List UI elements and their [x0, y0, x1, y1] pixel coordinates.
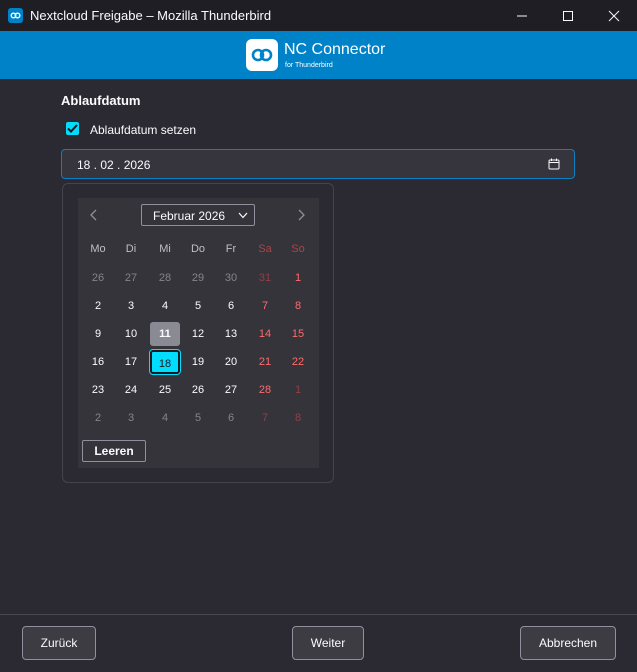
expiration-date-input[interactable]: 18 . 02 . 2026 [61, 149, 575, 179]
clear-date-button[interactable]: Leeren [82, 440, 146, 462]
calendar-day[interactable]: 4 [150, 406, 180, 430]
calendar-day[interactable]: 1 [283, 378, 313, 402]
maximize-icon [563, 11, 573, 21]
date-value: 18 . 02 . 2026 [77, 158, 151, 172]
brand-banner: NC Connector for Thunderbird [0, 31, 637, 79]
weekday-label: Do [190, 243, 206, 255]
calendar-day[interactable]: 30 [216, 266, 246, 290]
section-heading: Ablaufdatum [61, 93, 141, 108]
calendar-day[interactable]: 27 [116, 266, 146, 290]
brand-name: NC Connector [284, 41, 386, 58]
calendar-day[interactable]: 15 [283, 322, 313, 346]
calendar-day[interactable]: 26 [83, 266, 113, 290]
nc-logo-icon [246, 39, 278, 71]
calendar-day[interactable]: 9 [83, 322, 113, 346]
calendar-day[interactable]: 10 [116, 322, 146, 346]
calendar-icon[interactable] [548, 158, 560, 170]
calendar-day[interactable]: 5 [183, 294, 213, 318]
calendar-day[interactable]: 28 [250, 378, 280, 402]
calendar-day[interactable]: 3 [116, 294, 146, 318]
maximize-button[interactable] [545, 0, 591, 31]
weekday-label: Mo [90, 243, 106, 255]
calendar-day[interactable]: 21 [250, 350, 280, 374]
calendar-day[interactable]: 8 [283, 294, 313, 318]
chevron-down-icon [238, 212, 248, 219]
calendar-day[interactable]: 27 [216, 378, 246, 402]
month-label: Februar 2026 [153, 209, 226, 223]
minimize-button[interactable] [499, 0, 545, 31]
cancel-button[interactable]: Abbrechen [520, 626, 616, 660]
window-titlebar: Nextcloud Freigabe – Mozilla Thunderbird [0, 0, 637, 31]
nc-connector-icon [8, 8, 23, 23]
calendar-day[interactable]: 12 [183, 322, 213, 346]
calendar-day[interactable]: 18 [149, 349, 181, 375]
calendar-day[interactable]: 16 [83, 350, 113, 374]
close-window-button[interactable] [591, 0, 637, 31]
weekday-label: Sa [258, 243, 272, 255]
weekday-label: Di [125, 243, 137, 255]
brand-subtitle: for Thunderbird [285, 62, 333, 69]
close-icon [608, 10, 620, 22]
expiration-checkbox-label[interactable]: Ablaufdatum setzen [90, 123, 196, 137]
calendar-day[interactable]: 4 [150, 294, 180, 318]
calendar-day[interactable]: 26 [183, 378, 213, 402]
calendar-day[interactable]: 6 [216, 406, 246, 430]
calendar-day[interactable]: 17 [116, 350, 146, 374]
next-button[interactable]: Weiter [292, 626, 364, 660]
calendar-day[interactable]: 2 [83, 294, 113, 318]
window-title: Nextcloud Freigabe – Mozilla Thunderbird [30, 8, 272, 23]
calendar-day[interactable]: 2 [83, 406, 113, 430]
expiration-checkbox[interactable] [66, 122, 79, 135]
calendar-day[interactable]: 24 [116, 378, 146, 402]
calendar-day[interactable]: 13 [216, 322, 246, 346]
calendar-day[interactable]: 8 [283, 406, 313, 430]
calendar-day[interactable]: 11 [150, 322, 180, 346]
checkmark-icon [67, 124, 78, 133]
calendar-day[interactable]: 31 [250, 266, 280, 290]
back-button[interactable]: Zurück [22, 626, 96, 660]
calendar-day[interactable]: 20 [216, 350, 246, 374]
calendar-day[interactable]: 1 [283, 266, 313, 290]
calendar-day[interactable]: 22 [283, 350, 313, 374]
weekday-label: Fr [225, 243, 237, 255]
calendar-day[interactable]: 6 [216, 294, 246, 318]
date-picker-popup: Februar 2026 Mo Di Mi Do Fr Sa So 26 27 28 29 30 31… [62, 183, 334, 483]
calendar-day[interactable]: 7 [250, 294, 280, 318]
chevron-left-icon[interactable] [89, 209, 99, 221]
calendar-day[interactable]: 3 [116, 406, 146, 430]
minimize-icon [517, 15, 527, 17]
weekday-label: So [291, 243, 305, 255]
calendar-day[interactable]: 23 [83, 378, 113, 402]
calendar-day[interactable]: 25 [150, 378, 180, 402]
calendar-day[interactable]: 5 [183, 406, 213, 430]
month-select[interactable]: Februar 2026 [141, 204, 255, 226]
weekday-label: Mi [159, 243, 171, 255]
calendar-day[interactable]: 19 [183, 350, 213, 374]
footer-divider [0, 614, 637, 615]
calendar-day[interactable]: 14 [250, 322, 280, 346]
calendar-day[interactable]: 7 [250, 406, 280, 430]
chevron-right-icon[interactable] [296, 209, 306, 221]
calendar-day[interactable]: 28 [150, 266, 180, 290]
calendar-panel: Februar 2026 Mo Di Mi Do Fr Sa So 26 27 28 29 30 31… [78, 198, 319, 468]
calendar-day[interactable]: 29 [183, 266, 213, 290]
